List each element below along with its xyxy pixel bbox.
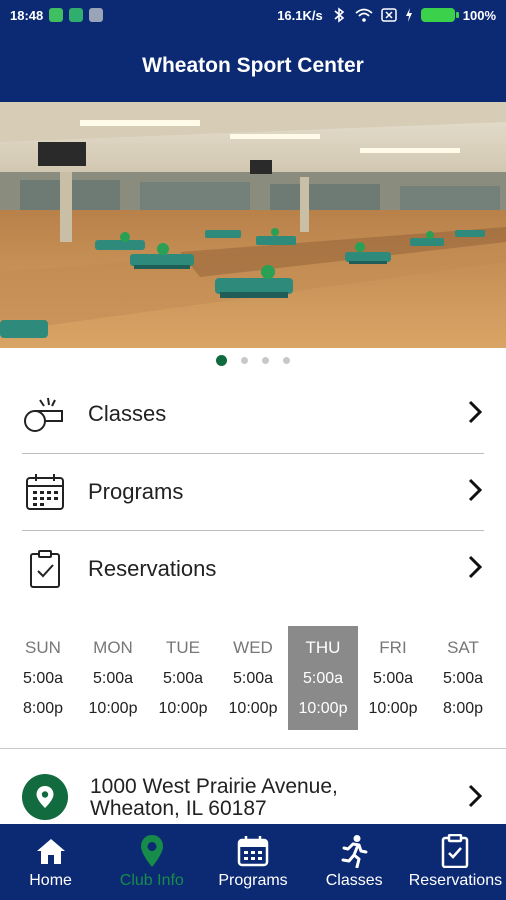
carousel-dot-active[interactable] (216, 355, 227, 366)
nav-label: Programs (218, 872, 288, 889)
hours-day-sun: SUN 5:00a 8:00p (8, 626, 78, 730)
hero-carousel-image[interactable] (0, 102, 506, 348)
sim-icon (381, 8, 397, 22)
status-left: 18:48 (10, 7, 104, 23)
open-time: 5:00a (302, 670, 344, 687)
close-time: 8:00p (442, 700, 484, 717)
day-name: SUN (25, 638, 61, 657)
open-time: 5:00a (442, 670, 484, 687)
day-name: TUE (166, 638, 200, 657)
open-time: 5:00a (232, 670, 274, 687)
open-time: 5:00a (92, 670, 134, 687)
bottom-nav: Home Club Info Programs Classes Reservat… (0, 824, 506, 900)
wifi-icon (355, 8, 373, 22)
location-pin-icon (139, 833, 165, 869)
clipboard-check-icon (441, 833, 469, 869)
calendar-icon (22, 469, 68, 515)
address-text: 1000 West Prairie Avenue, Wheaton, IL 60… (90, 776, 338, 820)
nav-programs[interactable]: Programs (202, 824, 303, 900)
whistle-icon (22, 391, 68, 437)
nav-club-info[interactable]: Club Info (101, 824, 202, 900)
day-name: FRI (379, 638, 407, 657)
nav-label: Club Info (119, 872, 184, 889)
nav-label: Home (29, 872, 72, 889)
nav-classes[interactable]: Classes (304, 824, 405, 900)
carousel-dot[interactable] (241, 357, 248, 364)
address-line-1: 1000 West Prairie Avenue, (90, 775, 338, 798)
nav-reservations[interactable]: Reservations (405, 824, 506, 900)
app-notification-icon (89, 8, 104, 22)
bluetooth-icon (334, 7, 345, 23)
status-bar: 18:48 16.1K/s 100% (0, 0, 506, 30)
menu-item-programs[interactable]: Programs (22, 454, 486, 530)
battery-level: 100% (462, 7, 496, 23)
app-header: Wheaton Sport Center (0, 30, 506, 102)
nav-label: Reservations (408, 872, 503, 889)
clipboard-check-icon (22, 546, 68, 592)
close-time: 10:00p (158, 700, 208, 717)
carousel-indicator (0, 355, 506, 366)
menu-item-label: Reservations (88, 556, 217, 581)
network-speed: 16.1K/s (277, 7, 323, 23)
day-name: SAT (447, 638, 479, 657)
gym-studio-photo (0, 102, 506, 348)
menu-item-label: Programs (88, 479, 184, 504)
location-pin-icon (22, 774, 68, 820)
chevron-right-icon (468, 784, 483, 813)
status-time: 18:48 (10, 7, 44, 23)
app-notification-icon (49, 8, 64, 22)
chevron-right-icon (468, 400, 483, 429)
hours-day-wed: WED 5:00a 10:00p (218, 626, 288, 730)
hours-day-fri: FRI 5:00a 10:00p (358, 626, 428, 730)
menu-item-label: Classes (88, 401, 167, 426)
close-time: 10:00p (228, 700, 278, 717)
chevron-right-icon (468, 478, 483, 507)
running-person-icon (339, 833, 369, 869)
carousel-dot[interactable] (262, 357, 269, 364)
hours-day-thu-today: THU 5:00a 10:00p (288, 626, 358, 730)
open-time: 5:00a (162, 670, 204, 687)
divider (0, 748, 506, 749)
day-name: WED (233, 638, 273, 657)
close-time: 10:00p (88, 700, 138, 717)
hours-day-sat: SAT 5:00a 8:00p (428, 626, 498, 730)
close-time: 8:00p (22, 700, 64, 717)
charging-icon (405, 8, 412, 22)
carousel-dot[interactable] (283, 357, 290, 364)
battery-icon (420, 8, 459, 22)
page-title: Wheaton Sport Center (142, 54, 364, 77)
nav-home[interactable]: Home (0, 824, 101, 900)
day-name: MON (93, 638, 133, 657)
address-row[interactable]: 1000 West Prairie Avenue, Wheaton, IL 60… (22, 766, 486, 826)
home-icon (34, 833, 68, 869)
close-time: 10:00p (368, 700, 418, 717)
open-time: 5:00a (22, 670, 64, 687)
app-notification-icon (69, 8, 84, 22)
open-time: 5:00a (372, 670, 414, 687)
status-right: 16.1K/s 100% (277, 7, 496, 23)
address-line-2: Wheaton, IL 60187 (90, 797, 267, 820)
nav-label: Classes (325, 872, 383, 889)
close-time: 10:00p (298, 700, 348, 717)
hours-table: SUN 5:00a 8:00p MON 5:00a 10:00p TUE 5:0… (8, 626, 498, 730)
menu-item-classes[interactable]: Classes (22, 376, 486, 452)
calendar-icon (237, 833, 269, 869)
chevron-right-icon (468, 555, 483, 584)
day-name: THU (305, 638, 341, 657)
hours-day-tue: TUE 5:00a 10:00p (148, 626, 218, 730)
hours-day-mon: MON 5:00a 10:00p (78, 626, 148, 730)
menu-item-reservations[interactable]: Reservations (22, 531, 486, 607)
